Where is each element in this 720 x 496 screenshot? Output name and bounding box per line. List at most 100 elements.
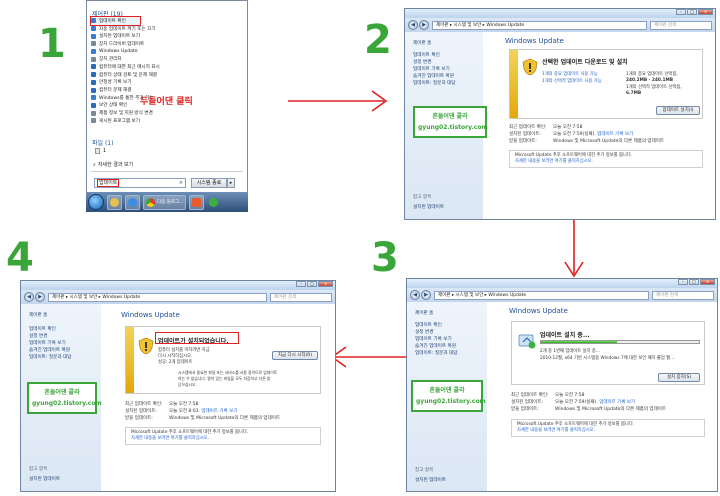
side-link[interactable]: 숨겨진 업데이트 복원 xyxy=(415,343,456,349)
result-item[interactable]: 컴퓨터 상태 검토 및 문제 해결 xyxy=(91,71,241,79)
side-pane: 제어판 홈 업데이트 확인 설정 변경 업데이트 기록 보기 숨겨진 업데이트 … xyxy=(407,302,487,491)
side-link[interactable]: 업데이트 확인 xyxy=(29,326,56,332)
see-more-results-link[interactable]: ⌕ 자세한 결과 보기 xyxy=(93,161,133,169)
side-link-home[interactable]: 제어판 홈 xyxy=(415,310,433,316)
side-link-home[interactable]: 제어판 홈 xyxy=(29,312,47,318)
side-link[interactable]: 설정 변경 xyxy=(29,333,47,339)
result-item[interactable]: 게시된 프로그램 보기 xyxy=(91,117,241,125)
microsoft-update-note: Microsoft Update 추후 소프트웨어에 대한 추가 정보를 봅니다… xyxy=(511,419,705,437)
update-history-link[interactable]: 업데이트 기록 보기 xyxy=(201,409,237,414)
more-info-link[interactable]: 자세한 내용을 보려면 여기를 클릭하십시오. xyxy=(131,436,209,442)
windows-update-icon xyxy=(91,49,96,55)
forward-button[interactable]: ▶ xyxy=(421,290,431,300)
install-status-line2: 2010-12월, x64 기반 시스템용 Windows 7에 대한 보안 패… xyxy=(540,356,675,361)
control-panel-search-input[interactable]: 제어판 검색 xyxy=(270,292,332,302)
result-item[interactable]: 제품 정보 및 지원 방식 변경 xyxy=(91,109,241,117)
taskbar-button-explorer[interactable] xyxy=(107,194,122,210)
side-link[interactable]: 숨겨진 업데이트 복원 xyxy=(29,347,70,353)
title-bar: – □ × xyxy=(405,9,715,18)
taskbar-button-ie[interactable] xyxy=(125,194,140,210)
side-link[interactable]: 업데이트 확인 xyxy=(415,322,442,328)
shutdown-button[interactable]: 시스템 종료 xyxy=(191,178,227,188)
side-link-installed-updates[interactable]: 설치된 업데이트 xyxy=(413,204,444,210)
microsoft-update-note: Microsoft Update 추후 소프트웨어에 대한 추가 정보를 봅니다… xyxy=(509,150,703,168)
taskbar-button-app[interactable] xyxy=(189,194,205,210)
address-field[interactable]: 제어판 ▸ 시스템 및 보안 ▸ Windows Update xyxy=(432,20,647,30)
close-button[interactable]: × xyxy=(698,9,713,15)
close-button[interactable]: × xyxy=(318,281,333,287)
more-info-link[interactable]: 자세한 내용을 보려면 여기를 클릭하십시오. xyxy=(515,159,593,165)
result-item[interactable]: 장치 드라이버 업데이트 xyxy=(91,40,241,48)
stop-install-button[interactable]: 설치 중지(S) xyxy=(658,373,700,382)
address-field[interactable]: 제어판 ▸ 시스템 및 보안 ▸ Windows Update xyxy=(48,292,267,302)
address-bar: ◀ ▶ 제어판 ▸ 시스템 및 보안 ▸ Windows Update 제어판 … xyxy=(405,18,715,32)
install-updates-button[interactable]: 업데이트 설치(I) xyxy=(656,106,700,115)
start-search-input[interactable]: 업데이트 × xyxy=(94,178,186,188)
side-link[interactable]: 업데이트 기록 보기 xyxy=(29,340,66,346)
maximize-button[interactable]: □ xyxy=(687,9,697,15)
result-item[interactable]: 컴퓨터에 대한 최근 메시지 표시 xyxy=(91,63,241,71)
address-field[interactable]: 제어판 ▸ 시스템 및 보안 ▸ Windows Update xyxy=(434,290,649,300)
side-link[interactable]: 설정 변경 xyxy=(413,59,431,65)
minimize-button[interactable]: – xyxy=(678,279,688,285)
side-link[interactable]: 설정 변경 xyxy=(415,329,433,335)
update-history-link[interactable]: 업데이트 기록 보기 xyxy=(597,132,633,137)
search-text: 업데이트 xyxy=(96,179,120,187)
side-link-installed-updates[interactable]: 설치된 업데이트 xyxy=(415,477,446,483)
forward-button[interactable]: ▶ xyxy=(419,20,429,30)
success-count: 성공: 2개 업데이트 xyxy=(158,360,193,365)
result-item[interactable]: Windows Update xyxy=(91,48,241,56)
side-link[interactable]: 업데이트 기록 보기 xyxy=(413,66,450,72)
shutdown-options-button[interactable]: ▸ xyxy=(227,178,235,188)
side-link[interactable]: 업데이트 확인 xyxy=(413,52,440,58)
back-button[interactable]: ◀ xyxy=(408,20,418,30)
optional-updates-link[interactable]: 1개의 선택적 업데이트 사용 가능 xyxy=(542,79,602,85)
more-info-link[interactable]: 자세한 내용을 보려면 여기를 클릭하십시오. xyxy=(517,428,595,434)
files-group-title: 파일 (1) xyxy=(92,140,114,147)
maximize-button[interactable]: □ xyxy=(307,281,317,287)
taskbar-button-chrome[interactable]: 다음 블로그... xyxy=(143,194,187,210)
back-button[interactable]: ◀ xyxy=(410,290,420,300)
close-button[interactable]: × xyxy=(700,279,715,285)
update-history-link[interactable]: 업데이트 기록 보기 xyxy=(599,400,635,405)
divider xyxy=(91,171,243,172)
control-panel-search-input[interactable]: 제어판 검색 xyxy=(652,290,714,300)
result-item[interactable]: 컴퓨터 문제 해결 xyxy=(91,86,241,94)
result-item[interactable]: 자동 업데이트 켜기 또는 끄기 xyxy=(91,25,241,33)
taskbar: 다음 블로그... xyxy=(86,192,248,212)
side-link-home[interactable]: 제어판 홈 xyxy=(413,40,431,46)
side-link[interactable]: 업데이트: 질문과 대답 xyxy=(413,80,456,86)
result-item[interactable]: 설치된 업데이트 보기 xyxy=(91,32,241,40)
back-button[interactable]: ◀ xyxy=(24,292,34,302)
result-check-for-updates[interactable]: 업데이트 확인 xyxy=(90,16,141,26)
side-link-installed-updates[interactable]: 설치된 업데이트 xyxy=(29,476,60,482)
minimize-button[interactable]: – xyxy=(296,281,306,287)
info-installed: 설치된 업데이트: 오늘 오전 8:03. 업데이트 기록 보기 xyxy=(125,409,238,414)
side-link[interactable]: 업데이트: 질문과 대답 xyxy=(415,350,458,356)
start-orb-icon[interactable] xyxy=(88,194,104,210)
install-status-line1: 2개 중 1번째 업데이트 설치 중... xyxy=(540,349,600,354)
clear-icon[interactable]: × xyxy=(179,179,183,187)
watermark: 흔들어댄 콜라 gyung02.tistory.com xyxy=(413,106,488,138)
result-item[interactable]: 안정성 기록 보기 xyxy=(91,79,241,87)
side-link[interactable]: 업데이트 기록 보기 xyxy=(415,336,452,342)
installed-panel: 업데이트가 설치되었습니다. 컴퓨터 설치를 마치려면 지금 다시 시작하십시오… xyxy=(125,326,321,394)
system-icon xyxy=(91,110,96,116)
panel-title: 업데이트 설치 중... xyxy=(540,332,590,339)
side-link[interactable]: 업데이트: 질문과 대답 xyxy=(29,354,72,360)
result-item[interactable]: 장치 관리자 xyxy=(91,55,241,63)
installing-update-icon xyxy=(518,334,536,349)
update-panel: 선택한 업데이트 다운로드 및 설치 1개의 중요 업데이트 사용 가능 1개의… xyxy=(509,49,703,119)
windows-update-window-step3: – □ × ◀ ▶ 제어판 ▸ 시스템 및 보안 ▸ Windows Update … xyxy=(406,278,718,492)
maximize-button[interactable]: □ xyxy=(689,279,699,285)
restart-now-button[interactable]: 지금 다시 시작(R) xyxy=(272,351,318,360)
file-result[interactable]: 1 xyxy=(95,148,106,154)
flag-icon xyxy=(91,102,96,108)
minimize-button[interactable]: – xyxy=(676,9,686,15)
side-link[interactable]: 숨겨진 업데이트 복원 xyxy=(413,73,454,79)
forward-button[interactable]: ▶ xyxy=(35,292,45,302)
warning-stripe xyxy=(510,50,518,118)
control-panel-search-input[interactable]: 제어판 검색 xyxy=(650,20,712,30)
important-updates-link[interactable]: 1개의 중요 업데이트 사용 가능 xyxy=(542,72,598,78)
taskbar-button-app2[interactable] xyxy=(207,195,220,210)
